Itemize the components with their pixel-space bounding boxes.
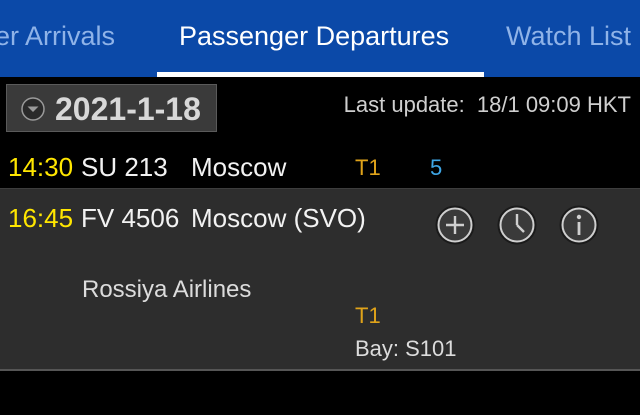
flight-number: FV 4506	[81, 203, 180, 233]
clock-icon[interactable]	[497, 205, 537, 245]
last-update-value: 18/1 09:09 HKT	[476, 92, 631, 117]
info-icon[interactable]	[559, 205, 599, 245]
flight-row-expanded[interactable]: 16:45 FV 4506 Moscow (SVO) Rossiya Airli…	[0, 188, 640, 369]
flight-row[interactable]: 14:30 SU 213 Moscow T1 5	[0, 145, 640, 187]
flight-bay: Bay: S101	[355, 336, 457, 361]
last-update-label: Last update:	[343, 92, 465, 117]
flight-time: 16:45	[8, 203, 74, 233]
flight-time: 14:30	[8, 152, 74, 182]
tab-passenger-departures[interactable]: Passenger Departures	[179, 0, 449, 77]
last-update: Last update: 18/1 09:09 HKT	[344, 92, 631, 118]
tab-passenger-arrivals[interactable]: ger Arrivals	[0, 0, 115, 77]
airline-name: Rossiya Airlines	[82, 276, 252, 303]
flight-terminal: T1	[355, 155, 381, 180]
chevron-down-circle-icon	[21, 97, 45, 121]
date-bar: 2021-1-18 Last update: 18/1 09:09 HKT	[0, 77, 640, 145]
add-icon[interactable]	[435, 205, 475, 245]
flight-destination: Moscow (SVO)	[191, 203, 366, 233]
selected-date: 2021-1-18	[55, 91, 201, 127]
divider	[0, 369, 640, 371]
tab-watch-list[interactable]: Watch List	[506, 0, 631, 77]
flight-gate: 5	[430, 155, 443, 180]
flight-terminal: T1	[355, 303, 381, 328]
date-selector[interactable]: 2021-1-18	[6, 84, 217, 132]
flight-number: SU 213	[81, 152, 168, 182]
tab-bar: ger Arrivals Passenger Departures Watch …	[0, 0, 640, 77]
flight-destination: Moscow	[191, 152, 287, 182]
